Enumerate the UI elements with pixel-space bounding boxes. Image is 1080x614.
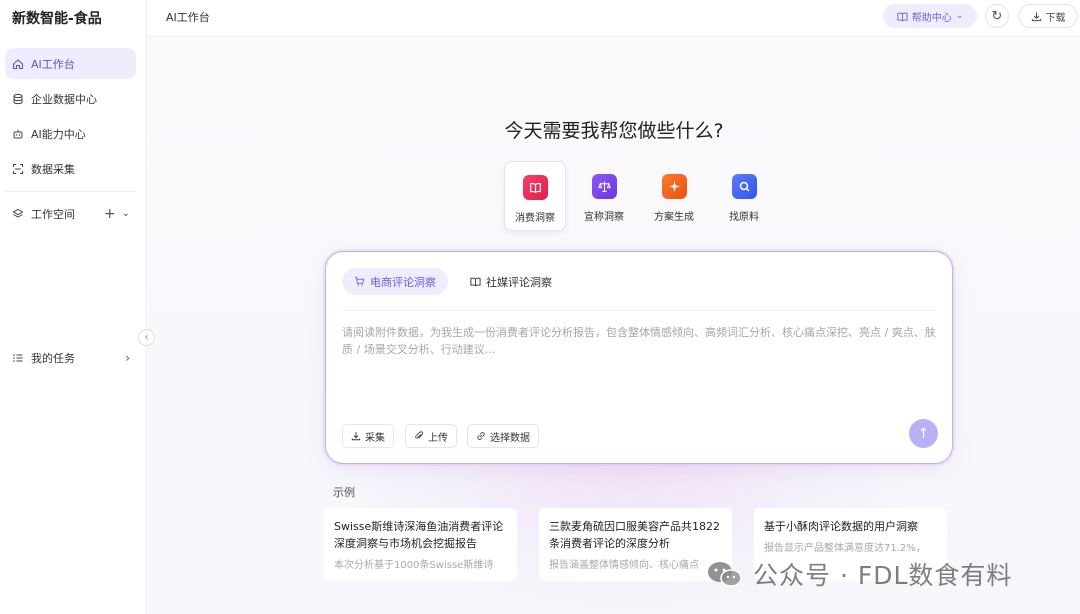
sidebar-nav: AI工作台 企业数据中心 AI能力中心 数据采集 [5, 48, 136, 188]
tasks-section: 我的任务 › [5, 342, 136, 377]
send-button[interactable]: ↑ [909, 419, 938, 448]
sidebar-item-ai-capability[interactable]: AI能力中心 [5, 118, 136, 149]
help-center-label: 帮助中心 [911, 12, 952, 24]
sidebar-item-enterprise-data[interactable]: 企业数据中心 [5, 83, 136, 114]
book-open-icon [897, 12, 908, 21]
task-list-icon [13, 353, 23, 362]
sidebar-item-label: 工作空间 [31, 207, 75, 221]
search-icon [731, 174, 757, 199]
collect-button[interactable]: 采集 [342, 424, 394, 448]
refresh-icon: ↻ [991, 8, 1003, 24]
chevron-right-icon[interactable]: › [125, 351, 130, 365]
prompt-input[interactable]: 请阅读附件数据，为我生成一份消费者评论分析报告，包含整体情感倾向、高频词汇分析、… [342, 324, 936, 358]
example-title: 三款麦角硫因口服美容产品共1822条消费者评论的深度分析 [549, 520, 720, 550]
refresh-button[interactable]: ↻ [985, 4, 1009, 28]
upload-button[interactable]: 上传 [405, 424, 457, 448]
top-header: AI工作台 帮助中心 ⌄ ↻ 下载 [147, 0, 1080, 37]
cart-icon [354, 276, 365, 286]
sidebar-item-label: 我的任务 [31, 351, 75, 365]
tab-ecommerce-review[interactable]: 电商评论洞察 [342, 268, 448, 295]
download-icon [351, 432, 361, 441]
chevron-down-icon[interactable]: ⌄ [122, 208, 130, 219]
sidebar-item-my-tasks[interactable]: 我的任务 › [5, 342, 136, 373]
sidebar-item-data-collection[interactable]: 数据采集 [5, 153, 136, 184]
download-icon [1031, 11, 1041, 21]
sidebar-item-ai-workbench[interactable]: AI工作台 [5, 48, 136, 79]
tab-label: 电商评论洞察 [370, 275, 436, 289]
card-divider [342, 310, 936, 311]
tab-label: 社媒评论洞察 [486, 275, 552, 289]
breadcrumb: AI工作台 [166, 11, 210, 24]
brand-title: 新数智能-食品 [12, 11, 102, 27]
scenario-consumer-insight[interactable]: 消费洞察 [504, 161, 566, 231]
example-desc: 报告显示产品整体满意度达71.2%， [764, 543, 926, 554]
select-data-button[interactable]: 选择数据 [467, 424, 539, 448]
main-content: 今天需要我帮您做些什么? 消费洞察 宣称洞察 方案生成 找原料 电商评论洞察 社… [148, 38, 1080, 614]
watermark-text: 公众号 · FDL数食有料 [753, 561, 1013, 590]
home-icon [12, 58, 24, 69]
link-icon [477, 432, 485, 440]
download-button[interactable]: 下载 [1018, 4, 1078, 28]
wechat-icon [705, 559, 745, 589]
scan-icon [13, 163, 23, 174]
robot-icon [13, 129, 23, 138]
scenario-label: 消费洞察 [515, 213, 555, 224]
chevron-left-icon: ‹ [144, 332, 149, 343]
tab-social-review[interactable]: 社媒评论洞察 [458, 268, 564, 295]
example-desc: 报告涵盖整体情感倾向、核心痛点 [549, 560, 699, 571]
examples-heading: 示例 [333, 486, 355, 499]
upload-label: 上传 [428, 432, 448, 444]
prompt-card: 电商评论洞察 社媒评论洞察 请阅读附件数据，为我生成一份消费者评论分析报告，包含… [325, 251, 953, 464]
arrow-up-icon: ↑ [917, 425, 930, 442]
paperclip-icon [415, 431, 424, 439]
help-center-button[interactable]: 帮助中心 ⌄ [883, 4, 977, 28]
sidebar: 新数智能-食品 AI工作台 企业数据中心 AI能力中心 数据采集 工作空间 + … [0, 0, 147, 614]
sidebar-item-label: 数据采集 [31, 162, 75, 176]
scale-icon [591, 174, 617, 199]
collapse-sidebar-button[interactable]: ‹ [138, 329, 155, 346]
scenario-label: 宣称洞察 [584, 212, 624, 223]
scenario-find-ingredients[interactable]: 找原料 [713, 161, 775, 231]
collect-label: 采集 [365, 432, 385, 444]
add-workspace-icon[interactable]: + [104, 206, 116, 222]
example-desc: 本次分析基于1000条Swisse斯维诗 [334, 560, 494, 571]
scenario-plan-generation[interactable]: 方案生成 [643, 161, 705, 231]
sidebar-divider [5, 191, 136, 192]
watermark: 公众号 · FDL数食有料 [705, 556, 1012, 592]
scenario-label: 方案生成 [654, 212, 694, 223]
sidebar-item-label: AI能力中心 [31, 127, 86, 141]
sparkle-icon [661, 174, 687, 199]
layers-icon [12, 208, 24, 218]
database-icon [13, 93, 23, 104]
book-icon [522, 175, 548, 200]
download-label: 下载 [1045, 12, 1066, 24]
workspace-section: 工作空间 + ⌄ [5, 198, 136, 233]
scenario-label: 找原料 [729, 212, 759, 223]
example-card[interactable]: Swisse斯维诗深海鱼油消费者评论深度洞察与市场机会挖掘报告 本次分析基于10… [324, 508, 517, 581]
example-title: 基于小酥肉评论数据的用户洞察 [764, 520, 918, 533]
example-card[interactable]: 三款麦角硫因口服美容产品共1822条消费者评论的深度分析 报告涵盖整体情感倾向、… [539, 508, 732, 581]
sidebar-item-label: AI工作台 [31, 57, 75, 71]
select-data-label: 选择数据 [490, 432, 530, 444]
example-title: Swisse斯维诗深海鱼油消费者评论深度洞察与市场机会挖掘报告 [334, 520, 504, 550]
chevron-down-icon: ⌄ [955, 11, 964, 21]
book-open-icon [470, 277, 481, 287]
page-title: 今天需要我帮您做些什么? [504, 120, 724, 142]
sidebar-item-workspace[interactable]: 工作空间 + ⌄ [5, 198, 136, 229]
sidebar-item-label: 企业数据中心 [31, 92, 97, 106]
scenario-claim-insight[interactable]: 宣称洞察 [573, 161, 635, 231]
